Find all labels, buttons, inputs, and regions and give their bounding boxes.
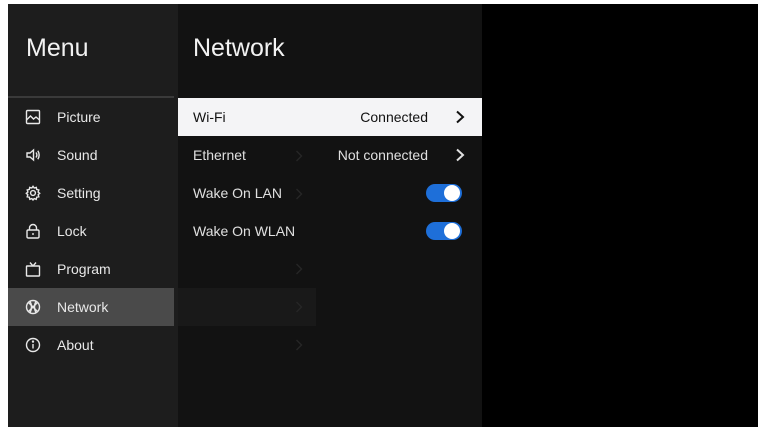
wake-on-lan-label: Wake On LAN — [193, 185, 282, 201]
picture-icon — [25, 109, 41, 125]
speaker-icon — [25, 147, 41, 163]
menu-item-network[interactable]: Network — [8, 288, 174, 326]
network-title: Network — [193, 34, 285, 62]
lock-icon — [25, 223, 41, 239]
menu-item-label: Setting — [57, 185, 101, 201]
wifi-row[interactable]: Wi-Fi Connected — [178, 98, 482, 136]
menu-item-label: Network — [57, 299, 109, 315]
menu-item-label: About — [57, 337, 94, 353]
menu-item-label: Picture — [57, 109, 101, 125]
faint-chevron-icon — [295, 149, 303, 162]
menu-item-setting[interactable]: Setting — [8, 174, 174, 212]
globe-icon — [25, 299, 41, 315]
menu-item-about[interactable]: About — [8, 326, 174, 364]
chevron-right-icon — [454, 148, 466, 162]
chevron-right-icon — [454, 110, 466, 124]
menu-item-label: Lock — [57, 223, 87, 239]
menu-item-program[interactable]: Program — [8, 250, 174, 288]
menu-item-label: Program — [57, 261, 111, 277]
network-column: Network Wi-Fi Connected Ethernet Not con… — [178, 4, 482, 427]
menu-item-label: Sound — [57, 147, 98, 163]
ethernet-label: Ethernet — [193, 147, 246, 163]
gear-icon — [25, 185, 41, 201]
wifi-label: Wi-Fi — [193, 109, 226, 125]
menu-item-picture[interactable]: Picture — [8, 98, 174, 136]
wake-on-wlan-toggle[interactable] — [426, 222, 462, 240]
wake-on-lan-toggle[interactable] — [426, 184, 462, 202]
tv-settings-screen: Menu Picture Sound Setting Lock Program … — [8, 4, 758, 427]
faint-chevron-icon — [295, 262, 303, 275]
menu-column: Menu Picture Sound Setting Lock Program … — [8, 4, 178, 427]
tv-icon — [25, 261, 41, 277]
faint-chevron-icon — [295, 300, 303, 313]
faint-chevron-icon — [295, 338, 303, 351]
wifi-status: Connected — [360, 109, 428, 125]
toggle-knob — [444, 223, 460, 239]
ethernet-status: Not connected — [337, 147, 428, 163]
toggle-knob — [444, 185, 460, 201]
menu-item-sound[interactable]: Sound — [8, 136, 174, 174]
empty-panel — [482, 4, 758, 427]
wake-on-wlan-label: Wake On WLAN — [193, 223, 296, 239]
wake-on-lan-row[interactable]: Wake On LAN — [178, 174, 482, 212]
menu-title: Menu — [26, 34, 89, 62]
faint-chevron-icon — [295, 187, 303, 200]
ethernet-row[interactable]: Ethernet Not connected — [178, 136, 482, 174]
menu-item-lock[interactable]: Lock — [8, 212, 174, 250]
info-icon — [25, 337, 41, 353]
wake-on-wlan-row[interactable]: Wake On WLAN — [178, 212, 482, 250]
